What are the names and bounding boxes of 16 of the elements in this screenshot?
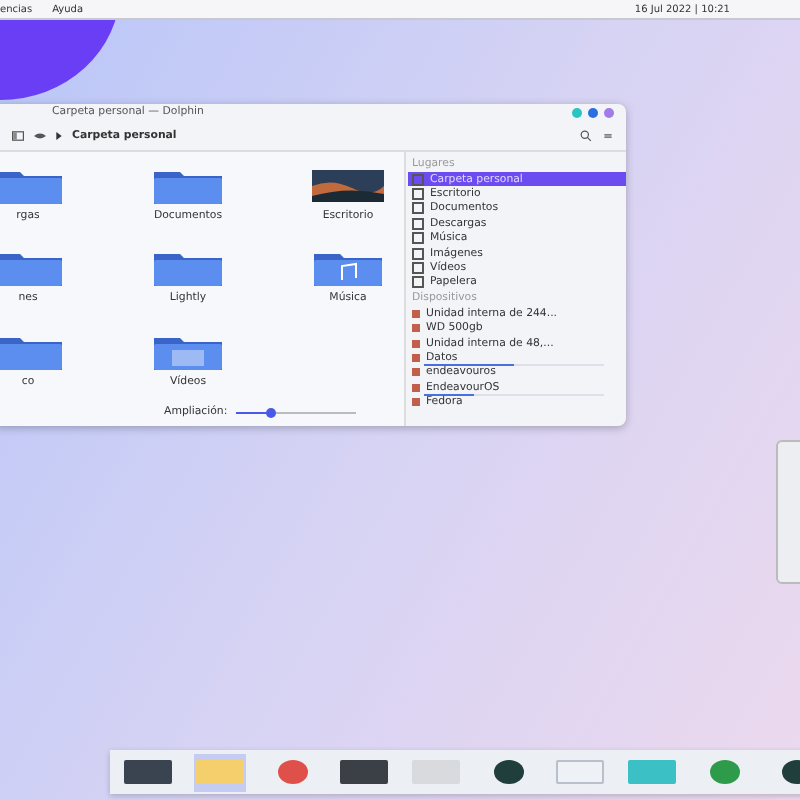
panel-icon[interactable] [12, 129, 24, 141]
caret-icon [56, 131, 62, 139]
music-folder-icon[interactable] [312, 250, 384, 287]
folder-icon[interactable] [0, 168, 64, 204]
slider-handle[interactable] [265, 407, 276, 417]
close-button[interactable] [604, 107, 614, 117]
image-thumbnail[interactable] [312, 168, 384, 204]
video-folder-icon[interactable] [152, 333, 224, 370]
folder-icon[interactable] [0, 333, 64, 370]
folder-icon[interactable] [152, 250, 224, 287]
eye-icon[interactable] [34, 129, 46, 141]
folder-icon[interactable] [0, 250, 64, 287]
search-icon[interactable] [580, 129, 592, 141]
menu-icon[interactable] [602, 129, 614, 141]
maximize-button[interactable] [588, 107, 598, 117]
folder-icon[interactable] [152, 168, 224, 204]
